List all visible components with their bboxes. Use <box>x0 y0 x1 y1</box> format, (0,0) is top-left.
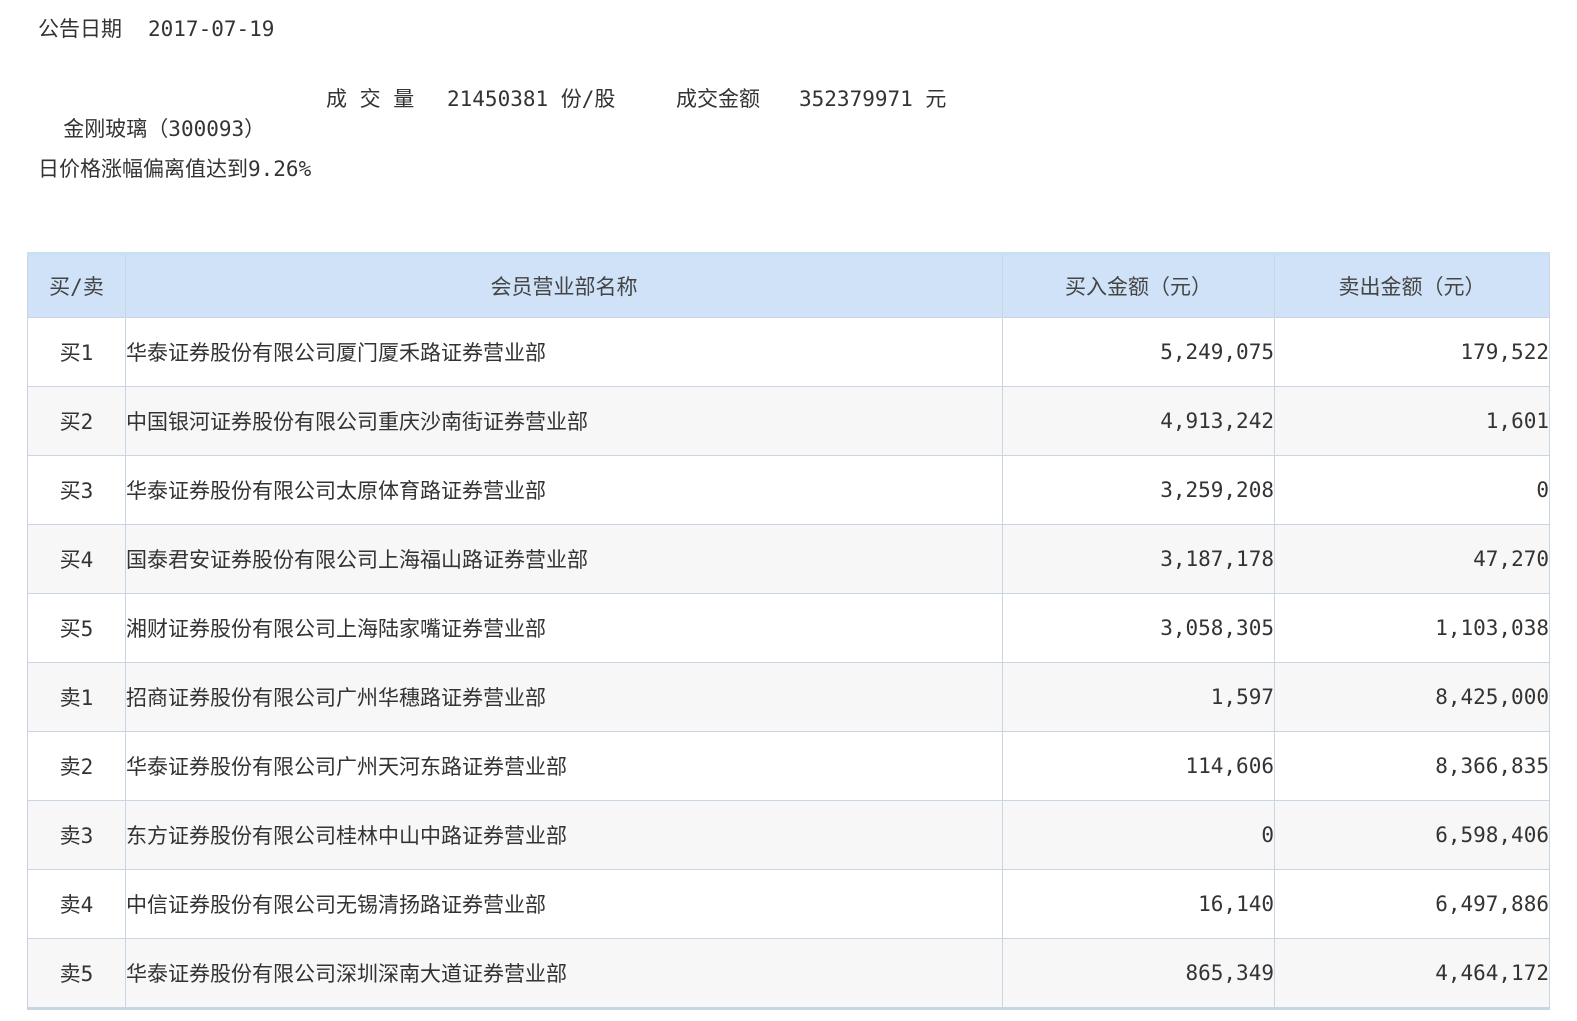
table-row: 卖1 招商证券股份有限公司广州华穗路证券营业部 1,597 8,425,000 <box>27 662 1550 732</box>
row-sell-amount: 1,601 <box>1274 386 1550 456</box>
row-buy-amount: 4,913,242 <box>1002 386 1275 456</box>
row-side: 卖5 <box>27 938 126 1010</box>
amount-value: 352379971 元 <box>799 87 947 111</box>
row-sell-amount: 6,497,886 <box>1274 869 1550 939</box>
row-sell-amount: 8,366,835 <box>1274 731 1550 801</box>
row-side: 买1 <box>27 317 126 387</box>
date-value: 2017-07-19 <box>148 17 275 41</box>
table-row: 买5 湘财证券股份有限公司上海陆家嘴证券营业部 3,058,305 1,103,038 <box>27 593 1550 663</box>
row-buy-amount: 16,140 <box>1002 869 1275 939</box>
row-side: 卖2 <box>27 731 126 801</box>
row-broker-name: 华泰证券股份有限公司广州天河东路证券营业部 <box>125 731 1003 801</box>
broker-trading-table: 买/卖 会员营业部名称 买入金额（元） 卖出金额（元） 买1 华泰证券股份有限公司… <box>27 252 1550 1010</box>
row-broker-name: 华泰证券股份有限公司深圳深南大道证券营业部 <box>125 938 1003 1010</box>
row-broker-name: 华泰证券股份有限公司太原体育路证券营业部 <box>125 455 1003 525</box>
row-buy-amount: 3,259,208 <box>1002 455 1275 525</box>
header-sell-amount: 卖出金额（元） <box>1274 252 1550 318</box>
row-side: 买2 <box>27 386 126 456</box>
volume-value: 21450381 份/股 <box>447 87 616 111</box>
row-sell-amount: 8,425,000 <box>1274 662 1550 732</box>
row-buy-amount: 0 <box>1002 800 1275 870</box>
row-broker-name: 湘财证券股份有限公司上海陆家嘴证券营业部 <box>125 593 1003 663</box>
row-side: 卖1 <box>27 662 126 732</box>
header-side: 买/卖 <box>27 252 126 318</box>
announcement-date-line: 公告日期 2017-07-19 <box>38 14 274 44</box>
table-row: 卖5 华泰证券股份有限公司深圳深南大道证券营业部 865,349 4,464,172 <box>27 938 1550 1010</box>
row-buy-amount: 865,349 <box>1002 938 1275 1010</box>
row-buy-amount: 3,058,305 <box>1002 593 1275 663</box>
row-sell-amount: 4,464,172 <box>1274 938 1550 1010</box>
header-buy-amount: 买入金额（元） <box>1002 252 1275 318</box>
row-side: 买3 <box>27 455 126 525</box>
table-header-row: 买/卖 会员营业部名称 买入金额（元） 卖出金额（元） <box>27 252 1550 318</box>
row-broker-name: 招商证券股份有限公司广州华穗路证券营业部 <box>125 662 1003 732</box>
table-row: 买4 国泰君安证券股份有限公司上海福山路证券营业部 3,187,178 47,270 <box>27 524 1550 594</box>
stock-name-code: 金刚玻璃（300093） <box>63 117 266 141</box>
date-label: 公告日期 <box>38 17 122 41</box>
row-sell-amount: 6,598,406 <box>1274 800 1550 870</box>
row-sell-amount: 0 <box>1274 455 1550 525</box>
amount-label: 成交金额 <box>676 87 760 111</box>
row-buy-amount: 3,187,178 <box>1002 524 1275 594</box>
row-sell-amount: 179,522 <box>1274 317 1550 387</box>
row-buy-amount: 5,249,075 <box>1002 317 1275 387</box>
row-sell-amount: 1,103,038 <box>1274 593 1550 663</box>
row-side: 卖4 <box>27 869 126 939</box>
table-row: 卖4 中信证券股份有限公司无锡清扬路证券营业部 16,140 6,497,886 <box>27 869 1550 939</box>
row-side: 卖3 <box>27 800 126 870</box>
row-broker-name: 东方证券股份有限公司桂林中山中路证券营业部 <box>125 800 1003 870</box>
row-broker-name: 华泰证券股份有限公司厦门厦禾路证券营业部 <box>125 317 1003 387</box>
row-buy-amount: 1,597 <box>1002 662 1275 732</box>
table-row: 卖2 华泰证券股份有限公司广州天河东路证券营业部 114,606 8,366,835 <box>27 731 1550 801</box>
row-broker-name: 中国银河证券股份有限公司重庆沙南街证券营业部 <box>125 386 1003 456</box>
volume-label: 成 交 量 <box>326 87 415 111</box>
row-side: 买5 <box>27 593 126 663</box>
row-side: 买4 <box>27 524 126 594</box>
table-row: 买3 华泰证券股份有限公司太原体育路证券营业部 3,259,208 0 <box>27 455 1550 525</box>
row-broker-name: 国泰君安证券股份有限公司上海福山路证券营业部 <box>125 524 1003 594</box>
table-row: 买2 中国银河证券股份有限公司重庆沙南街证券营业部 4,913,242 1,601 <box>27 386 1550 456</box>
row-sell-amount: 47,270 <box>1274 524 1550 594</box>
row-broker-name: 中信证券股份有限公司无锡清扬路证券营业部 <box>125 869 1003 939</box>
row-buy-amount: 114,606 <box>1002 731 1275 801</box>
header-broker-name: 会员营业部名称 <box>125 252 1003 318</box>
table-row: 买1 华泰证券股份有限公司厦门厦禾路证券营业部 5,249,075 179,522 <box>27 317 1550 387</box>
table-row: 卖3 东方证券股份有限公司桂林中山中路证券营业部 0 6,598,406 <box>27 800 1550 870</box>
listing-reason: 日价格涨幅偏离值达到9.26% <box>38 157 312 181</box>
